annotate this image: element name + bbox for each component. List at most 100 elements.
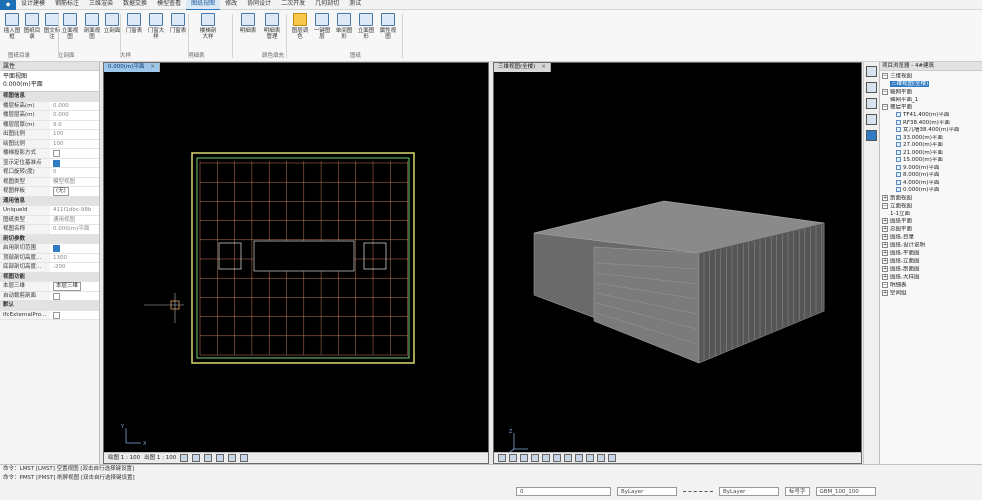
export-icon[interactable] <box>608 454 616 462</box>
property-select[interactable]: (无) <box>53 187 69 196</box>
checkbox[interactable] <box>53 245 60 252</box>
menu-item[interactable]: 几何剖切 <box>310 0 344 10</box>
section-box-icon[interactable] <box>204 454 213 462</box>
tree-item[interactable]: − 立面视图 <box>880 202 982 211</box>
view-type-box[interactable]: 平面视图 0.000(m)平面 <box>0 71 99 92</box>
layers-icon[interactable] <box>866 98 877 109</box>
menu-item[interactable]: 图纸视图 <box>186 0 221 10</box>
dim-style-select[interactable]: GBM_100_100 <box>815 487 876 496</box>
property-value[interactable]: (无) <box>50 187 99 196</box>
ribbon-button[interactable]: 门窗大样 <box>146 13 166 40</box>
tab-3d-view[interactable]: 三维视图(全楼) ✕ <box>494 63 551 72</box>
property-value[interactable]: 0 <box>50 168 99 177</box>
tree-item[interactable]: 27.000(m)平面 <box>880 142 982 150</box>
tree-item[interactable]: 女儿墙38.400(m)平面 <box>880 127 982 135</box>
tree-item[interactable]: TF41.400(m)平面 <box>880 112 982 120</box>
tree-item[interactable]: − 明细表 <box>880 282 982 290</box>
tree-item[interactable]: − 轴网平面 <box>880 88 982 97</box>
checkbox[interactable] <box>53 159 60 167</box>
tree-item[interactable]: − 楼层平面 <box>880 104 982 112</box>
menu-item[interactable]: 二次开发 <box>276 0 310 10</box>
property-value[interactable]: 0.000(m)平面 <box>50 225 99 234</box>
linetype-select[interactable]: ByLayer <box>719 487 779 496</box>
collapse-icon[interactable]: − <box>882 282 888 288</box>
shadow-icon[interactable] <box>597 454 605 462</box>
tab-plan-view[interactable]: 0.000(m)平面 ✕ <box>104 63 161 72</box>
tree-item[interactable]: 0.000(m)平面 <box>880 187 982 195</box>
property-value[interactable]: 本层三维 <box>50 282 99 291</box>
tree-item[interactable]: + 图纸-立面图 <box>880 258 982 266</box>
tree-item[interactable]: + 图纸-大样图 <box>880 274 982 282</box>
tree-item[interactable]: + 图纸-目录 <box>880 234 982 242</box>
collapse-icon[interactable]: − <box>882 88 888 95</box>
ribbon-button[interactable]: 一键图层 <box>312 13 332 40</box>
expand-icon[interactable]: + <box>882 194 888 201</box>
tree-item[interactable]: + 图纸-剖面图 <box>880 266 982 274</box>
property-value[interactable]: 9.0 <box>50 120 99 129</box>
menu-item[interactable]: 钢筋标注 <box>50 0 84 10</box>
layout-icon[interactable] <box>866 66 877 77</box>
tree-item[interactable]: − 三维视图 <box>880 73 982 81</box>
plan-scale-label[interactable]: 绘图 1 : 100 <box>108 453 140 463</box>
expand-icon[interactable]: + <box>882 290 888 296</box>
property-value[interactable]: -200 <box>50 263 99 272</box>
ribbon-button[interactable]: 剖面视图 <box>82 13 102 40</box>
ribbon-button[interactable]: 单间图形 <box>334 13 354 40</box>
property-value[interactable]: 100 <box>50 130 99 139</box>
property-value[interactable] <box>50 291 99 300</box>
property-value[interactable]: 0.000 <box>50 101 99 110</box>
layer-select[interactable]: 0 <box>516 487 611 496</box>
expand-icon[interactable]: + <box>882 274 888 280</box>
close-icon[interactable]: ✕ <box>541 64 546 70</box>
section-icon[interactable] <box>564 454 572 462</box>
ribbon-button[interactable]: 立面图形 <box>356 13 376 40</box>
split-view-icon[interactable] <box>866 82 877 93</box>
menu-item[interactable]: 模型查看 <box>152 0 186 10</box>
collapse-icon[interactable]: − <box>882 73 888 79</box>
property-section[interactable]: 视图信息 <box>0 92 99 102</box>
tree-item[interactable]: 轴网平面_1 <box>880 97 982 105</box>
perspective-icon[interactable] <box>509 454 517 462</box>
property-select[interactable]: 本层三维 <box>53 282 82 291</box>
render-icon[interactable] <box>542 454 550 462</box>
property-section[interactable]: 视图功能 <box>0 272 99 282</box>
property-value[interactable]: 通用视图 <box>50 215 99 224</box>
ribbon-button[interactable]: 立剖面 <box>102 13 122 34</box>
property-value[interactable]: 1300 <box>50 253 99 262</box>
property-section[interactable]: 剖切参数 <box>0 234 99 244</box>
tree-item[interactable]: 33.000(m)平面 <box>880 134 982 143</box>
ribbon-button[interactable]: 明细表 <box>238 13 258 34</box>
property-section[interactable]: 通用信息 <box>0 196 99 206</box>
zoom-extents-icon[interactable] <box>216 454 225 462</box>
menu-item[interactable]: 数据交换 <box>118 0 152 10</box>
tree-item[interactable]: 三维视图(全楼) <box>880 81 982 89</box>
menu-item[interactable]: 设计建模 <box>16 0 50 10</box>
rotate-icon[interactable] <box>240 454 249 462</box>
tree-item[interactable]: 9.000(m)平面 <box>880 164 982 173</box>
display-style-icon[interactable] <box>192 454 201 462</box>
tree-item[interactable]: RF38.400(m)平面 <box>880 119 982 128</box>
checkbox[interactable] <box>53 150 60 157</box>
expand-icon[interactable]: + <box>882 258 888 264</box>
text-style-select[interactable]: 标号字 <box>785 487 810 496</box>
property-value[interactable] <box>50 149 99 158</box>
ribbon-button[interactable]: 图文标注 <box>42 13 62 40</box>
hatch-icon[interactable] <box>866 114 877 125</box>
property-value[interactable] <box>50 310 99 319</box>
3d-view-canvas[interactable]: 三维视图(全楼) ✕ Z <box>493 62 862 464</box>
property-value[interactable] <box>50 244 99 253</box>
color-select[interactable]: ByLayer <box>617 487 677 496</box>
ribbon-button[interactable]: 图层调色 <box>290 13 310 40</box>
property-value[interactable]: 0.000 <box>50 111 99 120</box>
ribbon-button[interactable]: 属性视图 <box>378 13 398 40</box>
expand-icon[interactable]: + <box>882 226 888 232</box>
expand-icon[interactable]: + <box>882 234 888 240</box>
menu-item[interactable]: 修改 <box>220 0 242 10</box>
property-value[interactable]: 411f1dbc-98b <box>50 206 99 215</box>
tree-item[interactable]: + 图纸平面 <box>880 218 982 226</box>
wireframe-icon[interactable] <box>520 454 528 462</box>
visibility-icon[interactable] <box>180 454 189 462</box>
light-icon[interactable] <box>586 454 594 462</box>
menu-item[interactable]: 三维渲染 <box>84 0 118 10</box>
shading-icon[interactable] <box>531 454 539 462</box>
